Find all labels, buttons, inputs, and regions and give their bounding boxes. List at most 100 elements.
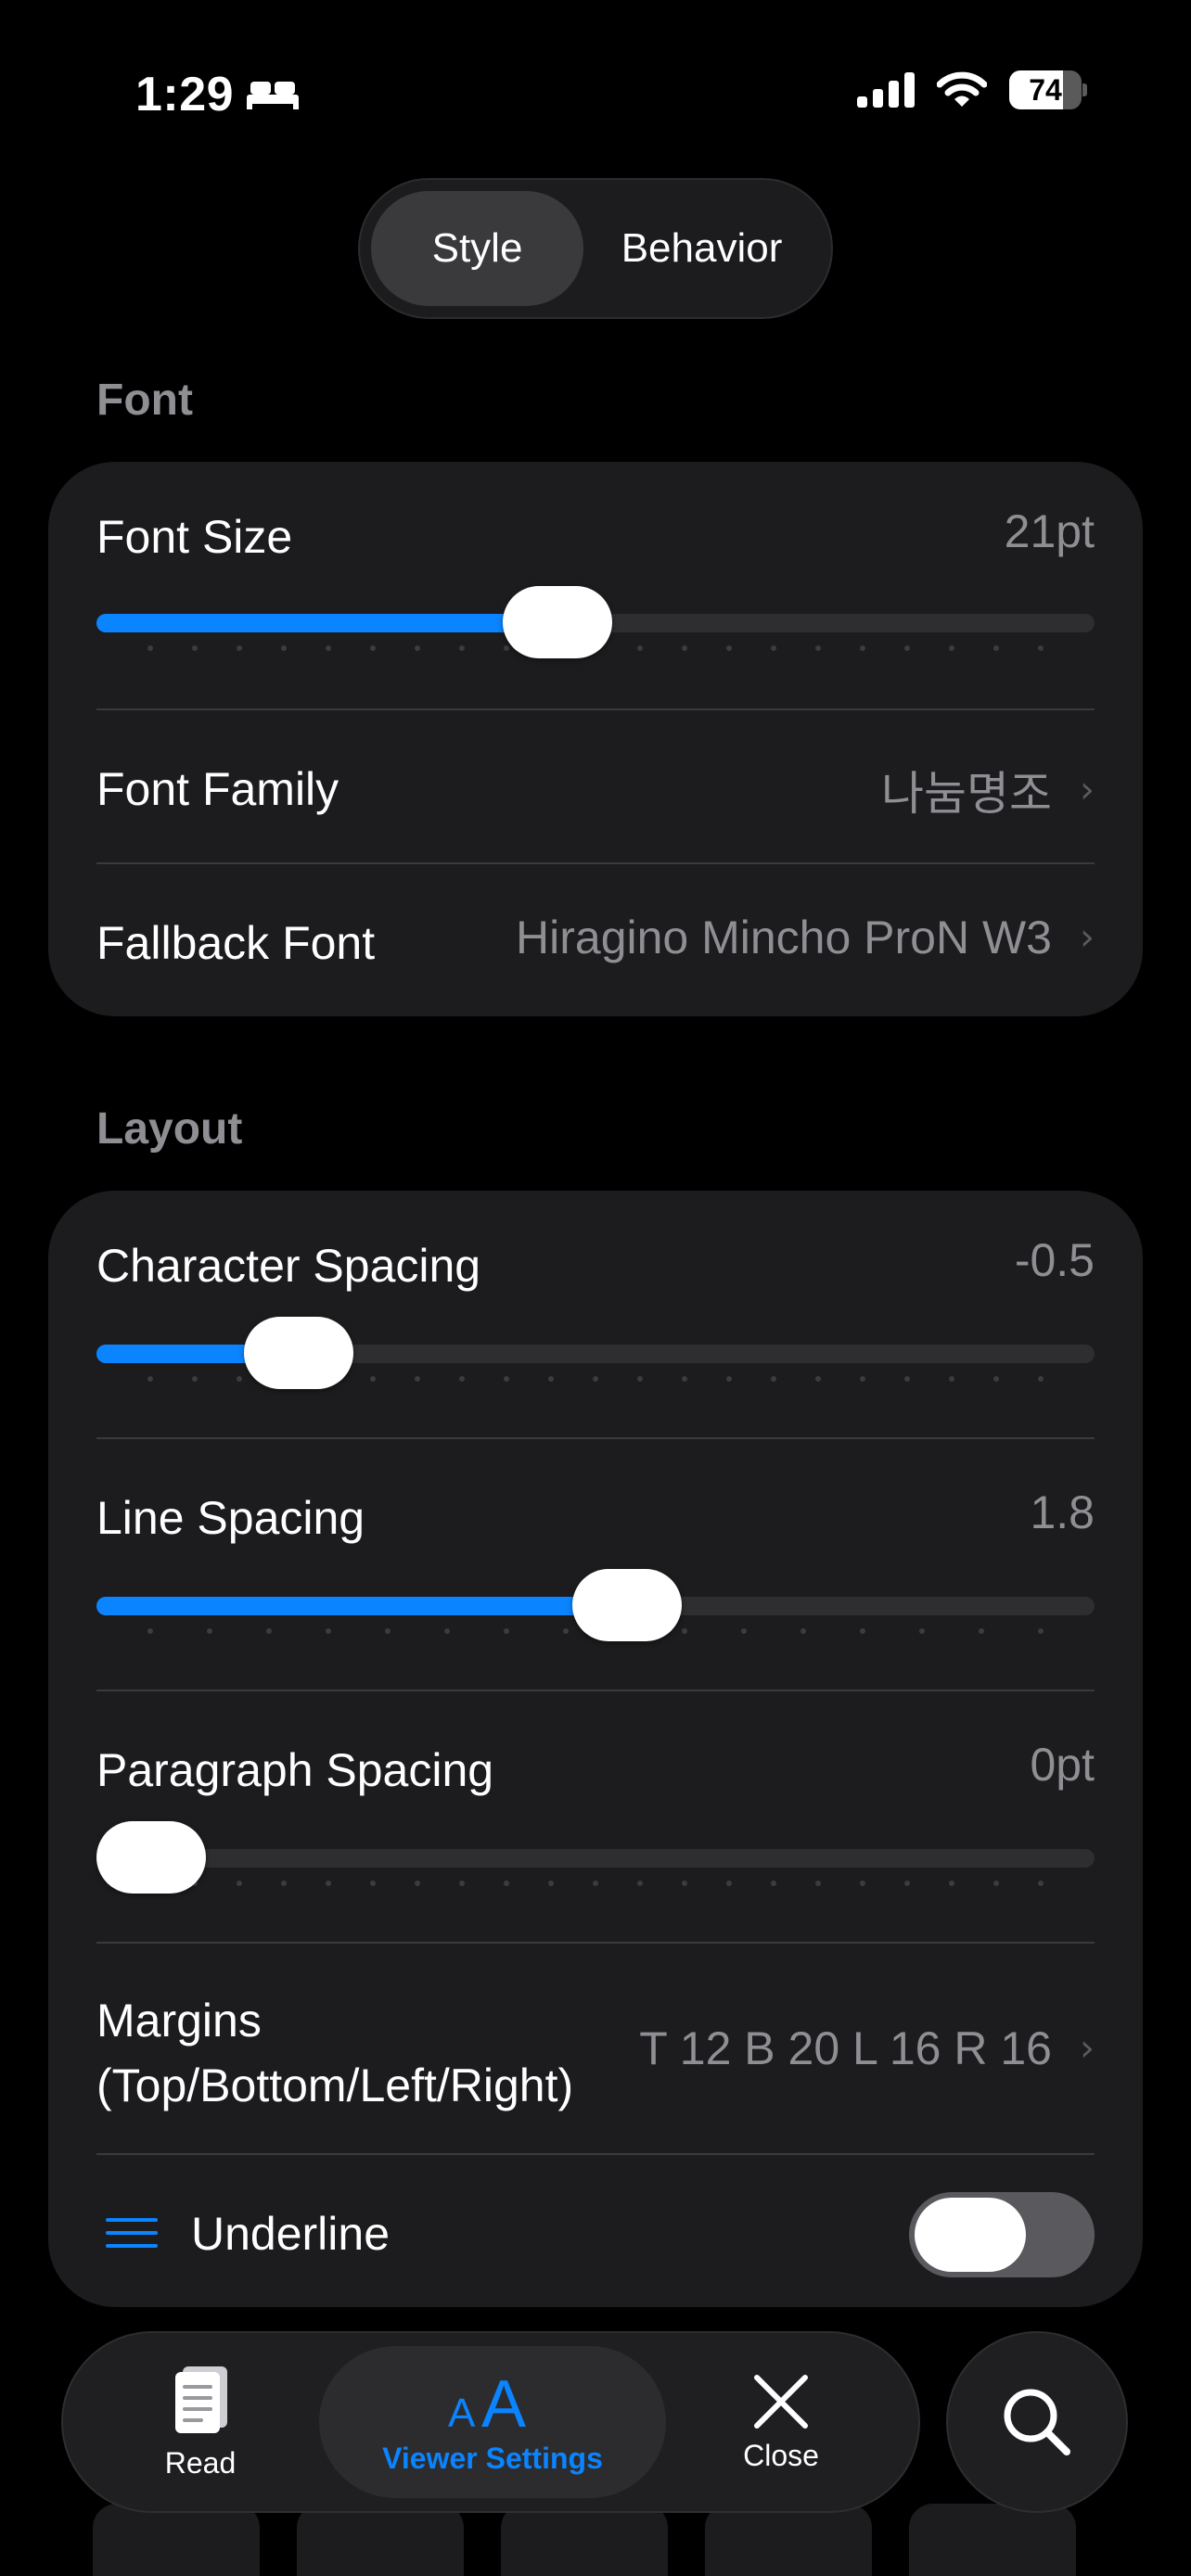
slider-tick: [281, 645, 287, 651]
slider-ticks: [147, 1881, 1044, 1888]
tab-viewer-settings[interactable]: A A Viewer Settings: [319, 2346, 666, 2498]
tab-close[interactable]: Close: [712, 2346, 850, 2498]
slider-thumb[interactable]: [502, 586, 612, 658]
search-icon: [1004, 2389, 1070, 2455]
slider-tick: [993, 1881, 999, 1886]
close-icon: [754, 2374, 808, 2429]
slider-tick: [904, 645, 910, 651]
line-spacing-slider[interactable]: [96, 1569, 1095, 1643]
svg-text:A: A: [448, 2391, 476, 2434]
slider-tick: [504, 645, 509, 651]
slider-tick: [237, 1376, 242, 1382]
slider-tick: [504, 1376, 509, 1382]
divider: [96, 1690, 1095, 1691]
slider-tick: [548, 1376, 554, 1382]
slider-tick: [563, 1628, 569, 1634]
divider: [96, 2153, 1095, 2155]
slider-tick: [637, 1376, 643, 1382]
slider-tick: [504, 1628, 509, 1634]
slider-tick: [771, 1376, 776, 1382]
slider-tick: [192, 645, 198, 651]
slider-tick: [1038, 645, 1044, 651]
slider-tick: [815, 1881, 821, 1886]
slider-tick: [147, 645, 153, 651]
cellular-signal-icon: [857, 72, 915, 108]
slider-tick: [815, 645, 821, 651]
bottom-tab-bar: Read A A Viewer Settings Close: [61, 2331, 920, 2513]
layout-section-title: Layout: [96, 1104, 243, 1154]
slider-tick: [326, 645, 331, 651]
book-pages-icon: [175, 2366, 227, 2433]
slider-tick: [726, 1376, 732, 1382]
segment-style[interactable]: Style: [371, 191, 584, 306]
slider-tick: [682, 1628, 687, 1634]
fallback-font-label: Fallback Font: [96, 917, 376, 969]
line-spacing-value: 1.8: [1030, 1486, 1095, 1538]
divider: [96, 708, 1095, 710]
slider-tick: [548, 1881, 554, 1886]
line-spacing-label: Line Spacing: [96, 1492, 365, 1544]
font-size-label: Font Size: [96, 511, 293, 563]
slider-tick: [266, 1628, 272, 1634]
slider-tick: [682, 645, 687, 651]
slider-tick: [860, 645, 865, 651]
segment-behavior[interactable]: Behavior: [583, 191, 820, 306]
slider-tick: [1038, 1628, 1044, 1634]
slider-tick: [860, 1376, 865, 1382]
slider-tick: [637, 645, 643, 651]
search-button[interactable]: [946, 2331, 1128, 2513]
battery-indicator: 74: [1009, 70, 1087, 109]
slider-tick: [415, 1881, 420, 1886]
margins-label: Margins (Top/Bottom/Left/Right): [96, 1995, 574, 2111]
slider-track-fill: [96, 1597, 627, 1615]
slider-tick: [459, 1881, 465, 1886]
slider-tick: [281, 1881, 287, 1886]
character-spacing-value: -0.5: [1014, 1234, 1095, 1286]
slider-tick: [370, 645, 376, 651]
margins-row[interactable]: Margins (Top/Bottom/Left/Right) T 12 B 2…: [96, 1988, 1095, 2118]
character-spacing-slider[interactable]: [96, 1317, 1095, 1391]
tab-read[interactable]: Read: [132, 2346, 269, 2498]
slider-tick: [771, 645, 776, 651]
slider-tick: [385, 1628, 391, 1634]
slider-tick: [504, 1881, 509, 1886]
paragraph-spacing-slider[interactable]: [96, 1821, 1095, 1895]
font-section-title: Font: [96, 376, 193, 425]
slider-thumb[interactable]: [96, 1821, 206, 1894]
divider: [96, 1942, 1095, 1944]
slider-tick: [207, 1628, 212, 1634]
status-time: 1:29: [135, 68, 235, 121]
slider-tick: [237, 1881, 242, 1886]
slider-thumb[interactable]: [244, 1317, 354, 1389]
tab-viewer-settings-label: Viewer Settings: [382, 2441, 603, 2475]
slider-tick: [593, 1376, 598, 1382]
divider: [96, 1437, 1095, 1439]
svg-text:A: A: [481, 2369, 526, 2434]
slider-tick: [1038, 1881, 1044, 1886]
underline-lines-icon: [106, 2218, 158, 2248]
slider-thumb[interactable]: [571, 1569, 682, 1641]
slider-tick: [979, 1628, 984, 1634]
slider-tick: [949, 645, 954, 651]
slider-tick: [637, 1881, 643, 1886]
slider-track-fill: [96, 614, 557, 632]
slider-tick: [682, 1881, 687, 1886]
text-size-icon: A A: [448, 2369, 526, 2434]
slider-tick: [459, 1376, 465, 1382]
layout-settings-card: Character Spacing -0.5 Line Spacing 1.8 …: [48, 1191, 1143, 2307]
slider-tick: [860, 1628, 865, 1634]
slider-tick: [740, 1628, 747, 1634]
slider-tick: [993, 1376, 999, 1382]
underline-toggle[interactable]: [909, 2192, 1095, 2277]
font-size-value: 21pt: [1004, 505, 1095, 557]
slider-tick: [904, 1881, 910, 1886]
font-size-slider[interactable]: [96, 586, 1095, 660]
slider-tick: [726, 645, 732, 651]
slider-tick: [949, 1881, 954, 1886]
fallback-font-value: Hiragino Mincho ProN W3: [516, 912, 1052, 963]
slider-tick: [147, 1628, 153, 1634]
slider-tick: [1038, 1376, 1044, 1382]
underline-label: Underline: [191, 2208, 391, 2260]
slider-tick: [326, 1628, 331, 1634]
slider-tick: [147, 1376, 153, 1382]
